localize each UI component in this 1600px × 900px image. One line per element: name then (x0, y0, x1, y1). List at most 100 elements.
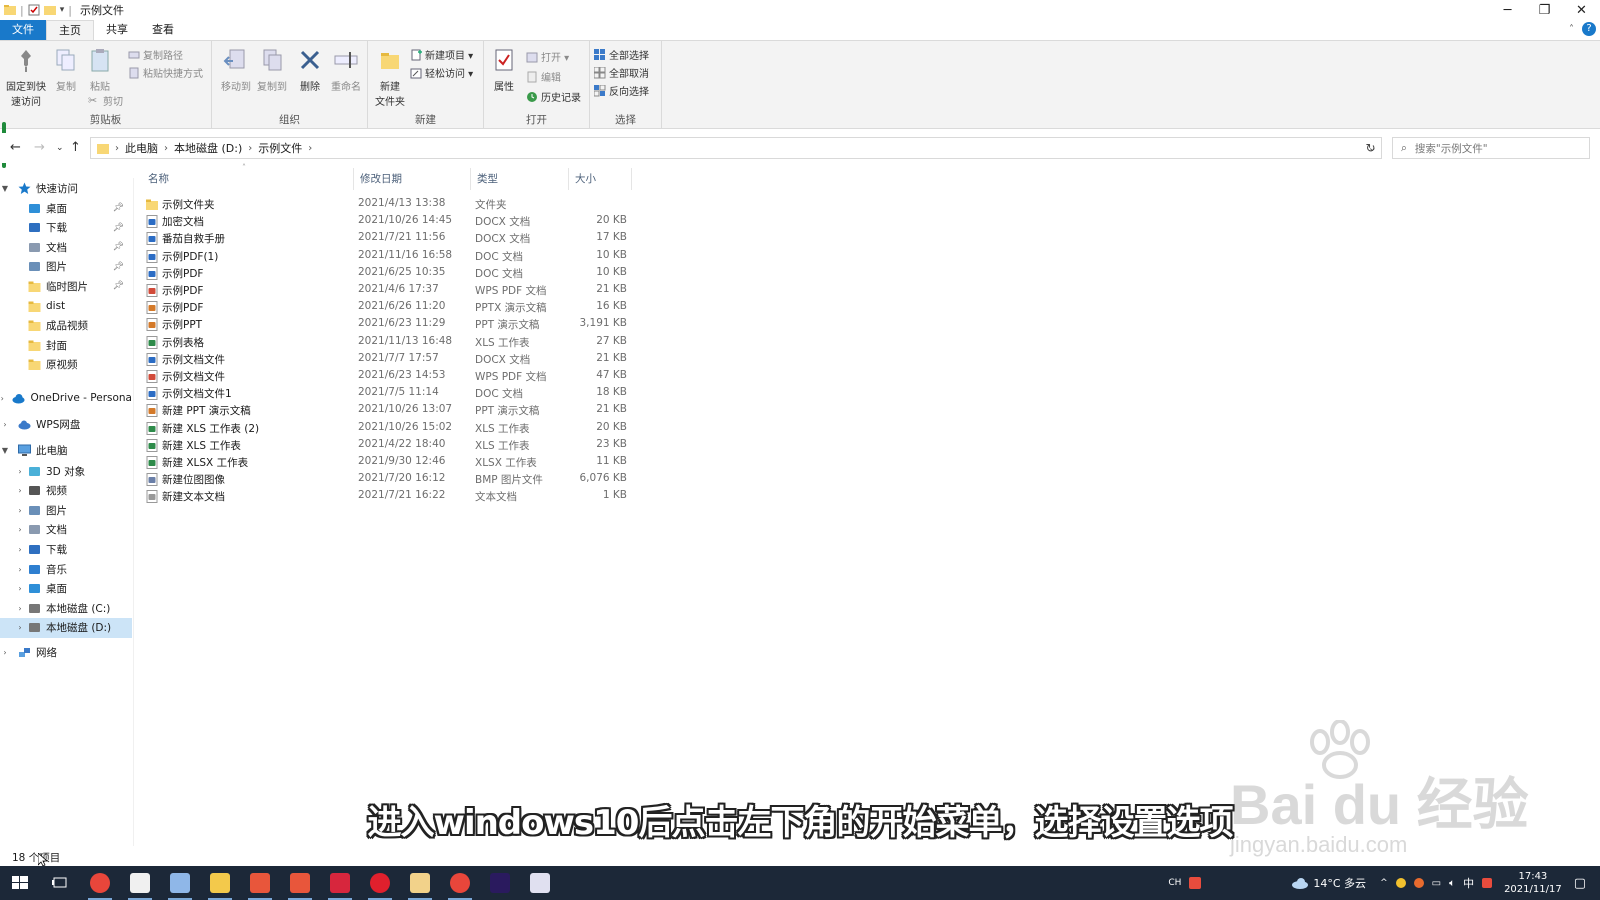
file-row[interactable]: 番茄自救手册 2021/7/21 11:56 DOCX 文档 17 KB (142, 230, 642, 247)
paste-button[interactable]: 粘贴 (80, 47, 120, 93)
chevron-right-icon[interactable]: › (0, 420, 10, 429)
cut-button[interactable]: ✂ 剪切 (88, 93, 123, 108)
move-to-button[interactable]: 移动到 (216, 47, 256, 93)
maximize-button[interactable]: ❐ (1526, 0, 1563, 20)
chevron-right-icon[interactable]: › (0, 545, 28, 554)
select-all-button[interactable]: 全部选择 (594, 47, 649, 62)
chevron-right-icon[interactable]: › (0, 584, 28, 593)
history-button[interactable]: 历史记录 (526, 89, 581, 104)
nav-onedrive[interactable]: › OneDrive - Persona (0, 388, 132, 408)
chevron-right-icon[interactable]: › (0, 648, 10, 657)
file-row[interactable]: 新建文本文档 2021/7/21 16:22 文本文档 1 KB (142, 488, 642, 505)
sogou-tray-icon[interactable] (1482, 878, 1493, 888)
pin-icon[interactable]: 📌︎ (113, 281, 124, 291)
nav-quick-item[interactable]: 临时图片 📌︎ (0, 276, 132, 296)
clock[interactable]: 17:43 2021/11/17 (1504, 870, 1562, 896)
tab-share[interactable]: 共享 (94, 20, 140, 40)
file-row[interactable]: 示例PDF 2021/6/26 11:20 PPTX 演示文稿 16 KB (142, 299, 642, 316)
help-icon[interactable]: ? (1582, 22, 1596, 36)
file-row[interactable]: 示例文档文件1 2021/7/5 11:14 DOC 文档 18 KB (142, 385, 642, 402)
app-icon[interactable] (130, 873, 150, 893)
chevron-down-icon[interactable]: ▼ (0, 446, 10, 455)
invert-selection-button[interactable]: 反向选择 (594, 83, 649, 98)
ime-indicator[interactable]: CH (1168, 878, 1181, 888)
tab-file[interactable]: 文件 (0, 20, 46, 40)
breadcrumb-current-folder[interactable]: 示例文件 (258, 140, 302, 156)
nav-wps-cloud[interactable]: › WPS网盘 (0, 414, 132, 434)
refresh-button[interactable]: ↻ (1360, 137, 1382, 159)
file-row[interactable]: 新建 XLSX 工作表 2021/9/30 12:46 XLSX 工作表 11 KB (142, 454, 642, 471)
nav-quick-item[interactable]: 下载 📌︎ (0, 218, 132, 238)
file-row[interactable]: 示例PDF 2021/6/25 10:35 DOC 文档 10 KB (142, 265, 642, 282)
nav-network[interactable]: › 网络 (0, 642, 132, 662)
file-row[interactable]: 加密文档 2021/10/26 14:45 DOCX 文档 20 KB (142, 213, 642, 230)
chevron-right-icon[interactable]: › (308, 143, 312, 154)
nav-pc-item[interactable]: › 本地磁盘 (D:) (0, 617, 132, 638)
chevron-right-icon[interactable]: › (0, 506, 28, 515)
file-row[interactable]: 示例PDF(1) 2021/11/16 16:58 DOC 文档 10 KB (142, 248, 642, 265)
chevron-right-icon[interactable]: › (0, 394, 4, 403)
file-row[interactable]: 示例表格 2021/11/13 16:48 XLS 工作表 27 KB (142, 334, 642, 351)
close-button[interactable]: ✕ (1563, 0, 1600, 20)
volume-icon[interactable]: 🔈︎ (1449, 878, 1455, 889)
breadcrumb-drive-d[interactable]: 本地磁盘 (D:) (174, 140, 242, 156)
breadcrumb-this-pc[interactable]: 此电脑 (125, 140, 158, 156)
new-folder-icon[interactable] (43, 4, 56, 16)
rename-button[interactable]: 重命名 (326, 47, 366, 93)
chevron-right-icon[interactable]: › (0, 486, 28, 495)
nav-pc-item[interactable]: › 视频 (0, 481, 132, 501)
properties-button[interactable]: 属性 (484, 47, 524, 93)
address-bar[interactable]: › 此电脑 › 本地磁盘 (D:) › 示例文件 › ⌄ (90, 137, 1382, 159)
new-item-button[interactable]: 新建项目 ▾ (410, 47, 473, 62)
edit-button[interactable]: 编辑 (526, 69, 561, 84)
nav-quick-item[interactable]: 成品视频 (0, 316, 132, 336)
network-status-icon[interactable]: ▭ (1432, 878, 1441, 889)
tab-home[interactable]: 主页 (46, 20, 94, 40)
chevron-right-icon[interactable]: › (115, 143, 119, 154)
chevron-right-icon[interactable]: › (0, 525, 28, 534)
nav-quick-item[interactable]: 封面 (0, 335, 132, 355)
nav-pc-item[interactable]: › 音乐 (0, 559, 132, 579)
app-icon[interactable] (250, 873, 270, 893)
chrome-icon[interactable] (450, 873, 470, 893)
file-row[interactable]: 示例PDF 2021/4/6 17:37 WPS PDF 文档 21 KB (142, 282, 642, 299)
netease-music-icon[interactable] (370, 873, 390, 893)
nav-quick-item[interactable]: 文档 📌︎ (0, 237, 132, 257)
open-button[interactable]: 打开 ▾ (526, 49, 569, 64)
file-row[interactable]: 新建 PPT 演示文稿 2021/10/26 13:07 PPT 演示文稿 21 KB (142, 402, 642, 419)
properties-icon[interactable] (28, 4, 40, 16)
nav-pc-item[interactable]: › 3D 对象 (0, 461, 132, 481)
copy-path-button[interactable]: 复制路径 (128, 47, 183, 62)
back-arrow-icon[interactable]: ← (10, 140, 21, 155)
file-explorer-icon[interactable] (210, 873, 230, 893)
column-header-type[interactable]: 类型 (471, 168, 569, 190)
chevron-down-icon[interactable]: ▼ (0, 184, 10, 193)
nav-pc-item[interactable]: › 文档 (0, 520, 132, 540)
up-arrow-icon[interactable]: ↑ (70, 140, 81, 155)
minimize-button[interactable]: ─ (1489, 0, 1526, 20)
file-row[interactable]: 新建 XLS 工作表 (2) 2021/10/26 15:02 XLS 工作表 20 … (142, 420, 642, 437)
file-row[interactable]: 新建 XLS 工作表 2021/4/22 18:40 XLS 工作表 23 KB (142, 437, 642, 454)
file-row[interactable]: 示例文件夹 2021/4/13 13:38 文件夹 (142, 196, 642, 213)
nav-quick-access[interactable]: ▼ 快速访问 (0, 178, 132, 198)
wps-icon[interactable] (330, 873, 350, 893)
delete-button[interactable]: 删除 (290, 47, 330, 93)
nav-pc-item[interactable]: › 图片 (0, 500, 132, 520)
nav-quick-item[interactable]: 图片 📌︎ (0, 257, 132, 277)
tray-app-icon[interactable] (1395, 878, 1406, 888)
nav-quick-item[interactable]: dist (0, 296, 132, 316)
premiere-icon[interactable] (490, 873, 510, 893)
app-icon[interactable] (410, 873, 430, 893)
start-icon[interactable] (10, 873, 30, 893)
weather-text[interactable]: 14°C 多云 (1313, 875, 1366, 891)
chevron-right-icon[interactable]: › (0, 565, 28, 574)
chrome-icon[interactable] (90, 873, 110, 893)
nav-pc-item[interactable]: › 下载 (0, 539, 132, 559)
tray-app-icon[interactable] (1413, 878, 1424, 888)
easy-access-button[interactable]: 轻松访问 ▾ (410, 65, 473, 80)
notification-icon[interactable]: ▢ (1574, 876, 1586, 891)
input-language[interactable]: 中 (1463, 875, 1474, 891)
task-view-icon[interactable] (50, 873, 70, 893)
chevron-right-icon[interactable]: › (248, 143, 252, 154)
chevron-right-icon[interactable]: › (0, 467, 28, 476)
